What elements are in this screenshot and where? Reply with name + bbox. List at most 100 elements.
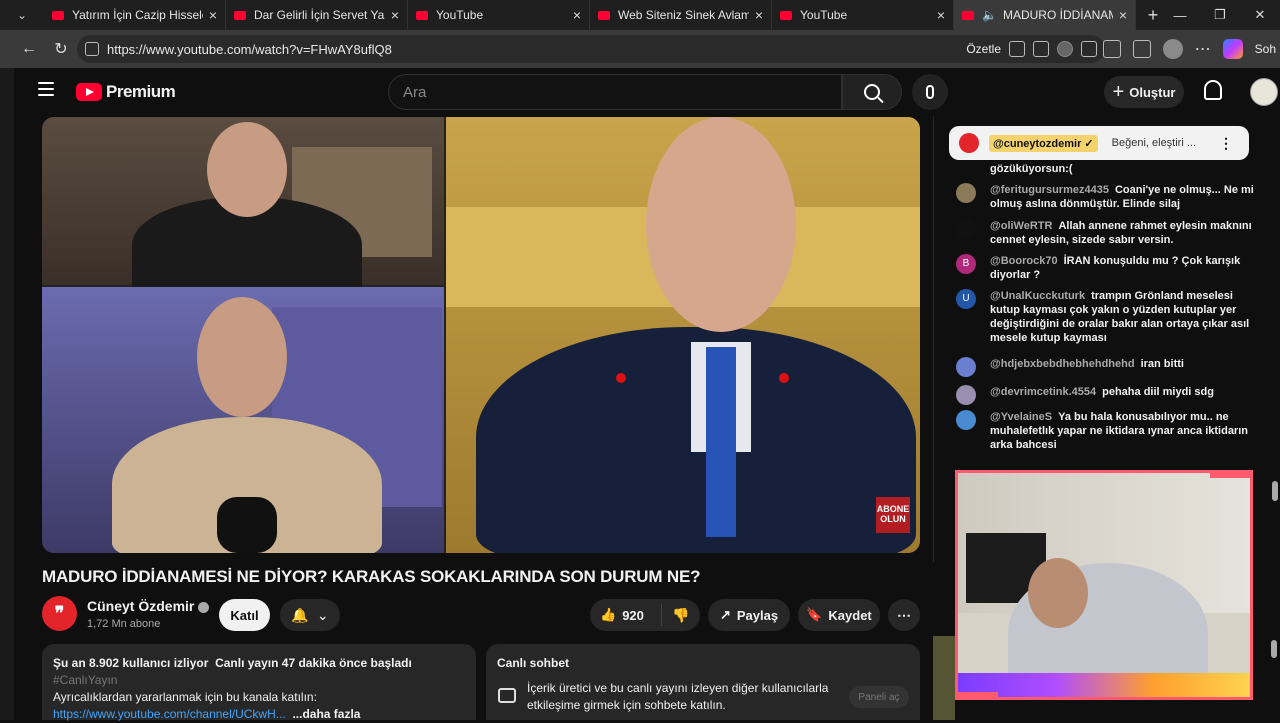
like-button[interactable]: 👍 920 bbox=[590, 604, 662, 626]
video-title: MADURO İDDİANAMESİ NE DİYOR? KARAKAS SOK… bbox=[42, 567, 701, 586]
speaker-tie bbox=[706, 347, 736, 537]
tab-list-dropdown-icon[interactable]: ⌄ bbox=[0, 0, 44, 30]
share-label: Paylaş bbox=[736, 607, 779, 623]
favorites-icon[interactable] bbox=[1132, 40, 1151, 58]
menu-icon[interactable] bbox=[38, 82, 54, 96]
tab-title: MADURO İDDİANAMESİ bbox=[1002, 8, 1113, 22]
browser-tab-1[interactable]: Yatırım İçin Cazip Hisseler Oca × bbox=[44, 0, 226, 30]
chat-panel-heading: Canlı sohbet bbox=[497, 656, 570, 670]
thumbs-up-icon: 👍 bbox=[600, 607, 617, 622]
speaker-head bbox=[646, 117, 796, 332]
tracking-prevention-icon[interactable] bbox=[1057, 41, 1073, 57]
close-tab-icon[interactable]: × bbox=[755, 7, 763, 23]
chat-user[interactable]: @hdjebxbebdhebhehdhehd bbox=[990, 358, 1135, 370]
chat-user[interactable]: @UnalKucckuturk bbox=[990, 290, 1085, 302]
user-avatar[interactable] bbox=[1250, 78, 1278, 106]
close-tab-icon[interactable]: × bbox=[573, 7, 581, 23]
browser-tab-2[interactable]: Dar Gelirli İçin Servet Yaratma × bbox=[226, 0, 408, 30]
microphone-icon bbox=[926, 85, 934, 99]
video-pane-speaker: ABONE OLUN bbox=[446, 117, 920, 553]
description-box[interactable]: Şu an 8.902 kullanıcı izliyor Canlı yayı… bbox=[42, 644, 476, 721]
plus-icon: + bbox=[1112, 80, 1125, 103]
close-tab-icon[interactable]: × bbox=[1119, 7, 1127, 23]
chat-message: @feritugursurmez4435 Coani'ye ne olmuş...… bbox=[956, 183, 1256, 211]
chat-user[interactable]: @Boorock70 bbox=[990, 255, 1058, 267]
close-tab-icon[interactable]: × bbox=[209, 7, 217, 23]
back-arrow-icon[interactable]: ← bbox=[14, 34, 44, 64]
copilot-label[interactable]: Soh bbox=[1255, 42, 1276, 56]
notifications-bell-icon[interactable] bbox=[1204, 80, 1222, 100]
save-button[interactable]: 🔖 Kaydet bbox=[798, 599, 880, 631]
subscription-bell-button[interactable]: 🔔 ⌄ bbox=[280, 599, 340, 631]
avatar bbox=[956, 183, 976, 203]
stream-thumbnail bbox=[933, 636, 955, 720]
search-input[interactable]: Ara bbox=[388, 74, 842, 110]
apps-icon[interactable] bbox=[1033, 41, 1049, 57]
hashtag-link[interactable]: #CanlıYayın bbox=[53, 673, 117, 687]
show-more-link[interactable]: ...daha fazla bbox=[292, 707, 360, 721]
channel-name[interactable]: Cüneyt Özdemir bbox=[87, 598, 210, 614]
minimize-icon[interactable]: — bbox=[1160, 0, 1200, 30]
chat-user[interactable]: @devrimcetink.4554 bbox=[990, 386, 1096, 398]
youtube-logo[interactable]: Premium bbox=[76, 82, 176, 102]
extensions-icon[interactable] bbox=[1102, 40, 1121, 58]
create-button[interactable]: + Oluştur bbox=[1104, 76, 1184, 108]
url-text[interactable]: https://www.youtube.com/watch?v=FHwAY8uf… bbox=[107, 42, 392, 57]
channel-avatar[interactable]: ❞ bbox=[42, 596, 77, 631]
browser-tab-5[interactable]: YouTube × bbox=[772, 0, 954, 30]
page-scrollbar[interactable] bbox=[1268, 636, 1280, 720]
favorite-star-icon[interactable] bbox=[1081, 41, 1097, 57]
close-window-icon[interactable]: ✕ bbox=[1240, 0, 1280, 30]
chat-scrollbar[interactable] bbox=[1270, 481, 1280, 511]
chat-user[interactable]: @oliWeRTR bbox=[990, 220, 1052, 232]
youtube-favicon-icon bbox=[962, 10, 974, 20]
open-panel-button[interactable]: Paneli aç bbox=[849, 686, 909, 708]
chat-user[interactable]: @feritugursurmez4435 bbox=[990, 184, 1109, 196]
close-tab-icon[interactable]: × bbox=[391, 7, 399, 23]
more-options-icon[interactable]: ⋮ bbox=[1219, 135, 1233, 152]
dislike-button[interactable]: 👎 bbox=[662, 607, 700, 624]
chat-panel-text: İçerik üretici ve bu canlı yayını izleye… bbox=[527, 681, 829, 712]
webcam-person-head bbox=[1028, 558, 1088, 628]
like-count: 920 bbox=[622, 607, 644, 623]
left-edge bbox=[0, 68, 14, 720]
share-button[interactable]: ↗ Paylaş bbox=[708, 599, 790, 631]
address-bar[interactable]: https://www.youtube.com/watch?v=FHwAY8uf… bbox=[77, 35, 1105, 63]
chat-message: @devrimcetink.4554 pehaha diil miydi sdg bbox=[956, 385, 1256, 405]
browser-tab-active[interactable]: 🔈 MADURO İDDİANAMESİ × bbox=[954, 0, 1136, 30]
chat-message-text: pehaha diil miydi sdg bbox=[1102, 386, 1214, 398]
chat-user[interactable]: @YvelaineS bbox=[990, 411, 1052, 423]
microphone-icon bbox=[616, 373, 626, 383]
join-button[interactable]: Katıl bbox=[219, 599, 270, 631]
voice-search-button[interactable] bbox=[912, 74, 948, 110]
avatar: B bbox=[956, 254, 976, 274]
more-menu-icon[interactable]: ⋯ bbox=[1195, 39, 1211, 59]
save-label: Kaydet bbox=[828, 607, 872, 623]
more-actions-icon[interactable]: ⋯ bbox=[888, 599, 920, 631]
pinned-message[interactable]: @cuneytozdemir ✓ Beğeni, eleştiri ... ⋮ bbox=[949, 126, 1249, 160]
maximize-icon[interactable]: ❐ bbox=[1200, 0, 1240, 30]
browser-tab-4[interactable]: Web Siteniz Sinek Avlamasını × bbox=[590, 0, 772, 30]
browser-tab-3[interactable]: YouTube × bbox=[408, 0, 590, 30]
webcam-frame-corner bbox=[958, 692, 998, 700]
bookmark-icon: 🔖 bbox=[806, 607, 823, 622]
summarize-button[interactable]: Özetle bbox=[966, 42, 1001, 56]
search-icon bbox=[864, 84, 880, 100]
channel-link[interactable]: https://www.youtube.com/channel/UCkwH... bbox=[53, 707, 286, 721]
youtube-header: Premium Ara + Oluştur bbox=[14, 68, 1280, 116]
pinned-user: @cuneytozdemir ✓ bbox=[989, 134, 1098, 152]
chat-message: @hdjebxbebdhebhehdhehd iran bitti bbox=[956, 357, 1256, 377]
translate-icon[interactable] bbox=[1009, 41, 1025, 57]
avatar: U bbox=[956, 289, 976, 309]
reload-icon[interactable]: ↻ bbox=[46, 34, 76, 64]
profile-avatar[interactable] bbox=[1162, 39, 1183, 59]
copilot-icon[interactable] bbox=[1222, 39, 1243, 59]
search-button[interactable] bbox=[842, 74, 902, 110]
video-pane-host bbox=[42, 117, 444, 297]
video-player[interactable]: ABONE OLUN bbox=[42, 117, 920, 553]
channel-name-text[interactable]: Cüneyt Özdemir bbox=[87, 598, 194, 614]
site-info-icon[interactable] bbox=[85, 42, 99, 56]
webcam-frame-corner bbox=[1210, 470, 1250, 478]
close-tab-icon[interactable]: × bbox=[937, 7, 945, 23]
speaker-icon[interactable]: 🔈 bbox=[982, 8, 997, 22]
